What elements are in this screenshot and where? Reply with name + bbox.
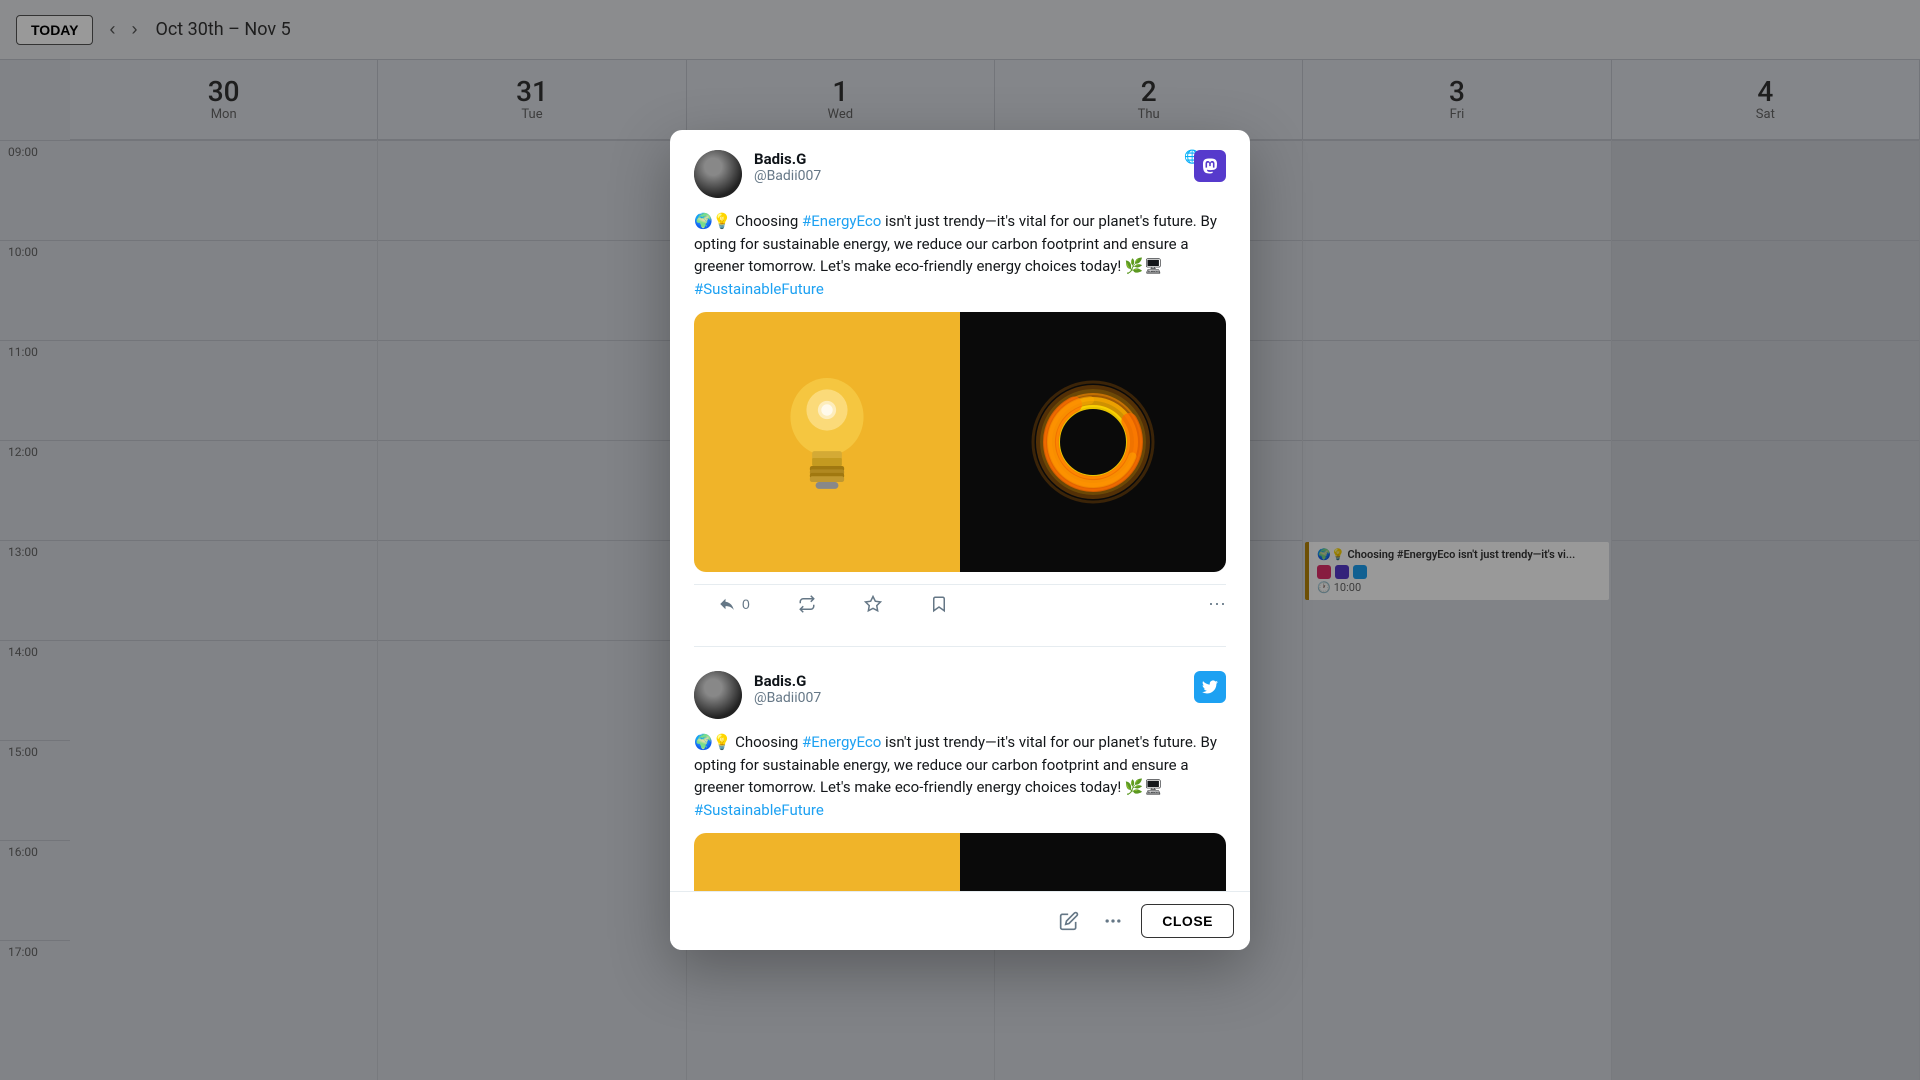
more-button-1[interactable]: ··· xyxy=(1208,593,1226,614)
post-header-1: Badis.G @Badii007 🌐 19h xyxy=(694,150,1226,198)
star-icon xyxy=(864,595,882,613)
post-handle-1: @Badii007 xyxy=(754,168,1184,184)
retweet-icon xyxy=(798,595,816,613)
close-button[interactable]: CLOSE xyxy=(1141,904,1234,938)
twitter-icon xyxy=(1194,671,1226,703)
edit-icon xyxy=(1059,911,1079,931)
strip-image-left xyxy=(694,833,960,891)
post-text-2: 🌍💡 Choosing #EnergyEco isn't just trendy… xyxy=(694,731,1226,821)
more-options-button[interactable] xyxy=(1097,905,1129,937)
reply-icon xyxy=(694,595,712,613)
post-header-2: Badis.G @Badii007 xyxy=(694,671,1226,719)
avatar-1 xyxy=(694,150,742,198)
reply-icon-2 xyxy=(718,595,736,613)
bookmark-icon xyxy=(930,595,948,613)
post-meta-2: Badis.G @Badii007 xyxy=(754,671,1226,706)
post-text-1: 🌍💡 Choosing #EnergyEco isn't just trendy… xyxy=(694,210,1226,300)
post-images-1 xyxy=(694,312,1226,572)
hashtag-energy-2[interactable]: #EnergyEco xyxy=(802,733,881,751)
bookmark-button-1[interactable] xyxy=(930,595,948,613)
reply-button-1[interactable]: 0 xyxy=(694,595,750,613)
modal-scroll-area[interactable]: Badis.G @Badii007 🌐 19h 🌍💡 Choosing #Ene… xyxy=(670,130,1250,891)
post-actions-1: 0 xyxy=(694,584,1226,622)
edit-button[interactable] xyxy=(1053,905,1085,937)
modal-footer: CLOSE xyxy=(670,891,1250,950)
post-username-2: Badis.G xyxy=(754,672,806,690)
reply-count-1: 0 xyxy=(742,596,750,612)
hashtag-energy-1[interactable]: #EnergyEco xyxy=(802,212,881,230)
hashtag-sustainable-2[interactable]: #SustainableFuture xyxy=(694,801,824,819)
post-modal: Badis.G @Badii007 🌐 19h 🌍💡 Choosing #Ene… xyxy=(670,130,1250,950)
like-button-1[interactable] xyxy=(864,595,882,613)
post-images-strip-2 xyxy=(694,833,1226,891)
image-bulb xyxy=(694,312,960,572)
post-card-1: Badis.G @Badii007 🌐 19h 🌍💡 Choosing #Ene… xyxy=(694,150,1226,622)
strip-image-right xyxy=(960,833,1226,891)
post-handle-2: @Badii007 xyxy=(754,690,1226,706)
post-card-2: Badis.G @Badii007 🌍💡 Choosing #EnergyEco… xyxy=(694,671,1226,891)
hashtag-sustainable-1[interactable]: #SustainableFuture xyxy=(694,280,824,298)
mastodon-icon xyxy=(1194,150,1226,182)
post-username-1: Badis.G xyxy=(754,150,806,168)
post-divider xyxy=(694,646,1226,647)
retweet-button-1[interactable] xyxy=(798,595,816,613)
more-dots-icon xyxy=(1103,911,1123,931)
image-ring xyxy=(960,312,1226,572)
avatar-2 xyxy=(694,671,742,719)
post-meta-1: Badis.G @Badii007 xyxy=(754,150,1184,184)
